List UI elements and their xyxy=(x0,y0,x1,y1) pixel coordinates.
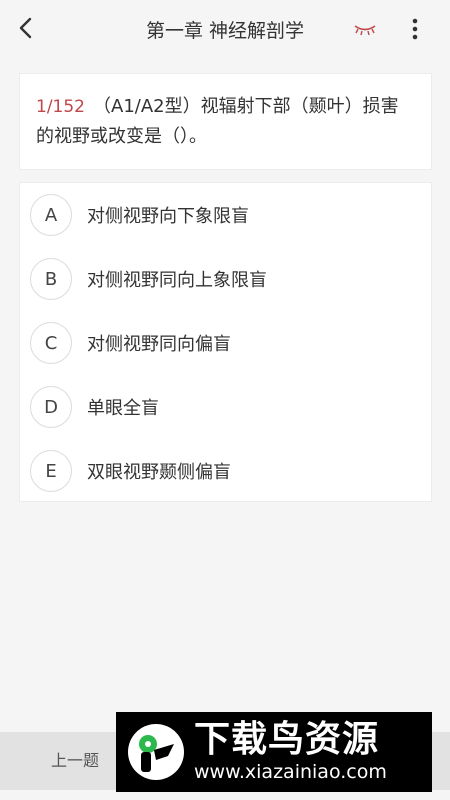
option-a[interactable]: A 对侧视野向下象限盲 xyxy=(30,191,420,239)
option-d[interactable]: D 单眼全盲 xyxy=(30,383,420,431)
eye-toggle-button[interactable] xyxy=(350,16,380,42)
watermark-url: www.xiazainiao.com xyxy=(194,761,387,783)
option-letter: B xyxy=(30,258,72,300)
watermark: 下载鸟资源 www.xiazainiao.com xyxy=(116,712,432,792)
option-c[interactable]: C 对侧视野同向偏盲 xyxy=(30,319,420,367)
option-text: 对侧视野同向偏盲 xyxy=(87,334,231,355)
chevron-left-icon xyxy=(19,17,32,39)
option-letter: D xyxy=(30,386,72,428)
option-text: 单眼全盲 xyxy=(87,398,159,419)
question-card: 1/152 （A1/A2型）视辐射下部（颞叶）损害的视野或改变是（）。 xyxy=(19,73,432,170)
option-b[interactable]: B 对侧视野同向上象限盲 xyxy=(30,255,420,303)
option-letter: A xyxy=(30,194,72,236)
prev-question-button[interactable]: 上一题 xyxy=(30,748,120,774)
closed-eye-icon xyxy=(354,25,376,36)
question-number: 1/152 xyxy=(36,97,85,117)
option-letter: C xyxy=(30,322,72,364)
watermark-title: 下载鸟资源 xyxy=(194,719,380,760)
more-button[interactable] xyxy=(402,12,428,46)
top-bar: 第一章 神经解剖学 xyxy=(0,0,450,58)
options-list: A 对侧视野向下象限盲 B 对侧视野同向上象限盲 C 对侧视野同向偏盲 D 单眼… xyxy=(19,182,432,502)
back-button[interactable] xyxy=(8,10,44,46)
question-text: （A1/A2型）视辐射下部（颞叶）损害的视野或改变是（）。 xyxy=(36,96,399,147)
option-text: 双眼视野颞侧偏盲 xyxy=(87,462,231,483)
option-letter: E xyxy=(30,450,72,492)
option-e[interactable]: E 双眼视野颞侧偏盲 xyxy=(30,447,420,495)
option-text: 对侧视野同向上象限盲 xyxy=(87,270,267,291)
option-text: 对侧视野向下象限盲 xyxy=(87,206,249,227)
bird-logo-icon xyxy=(128,724,184,780)
page-title: 第一章 神经解剖学 xyxy=(145,20,305,42)
more-vertical-icon xyxy=(412,18,418,40)
